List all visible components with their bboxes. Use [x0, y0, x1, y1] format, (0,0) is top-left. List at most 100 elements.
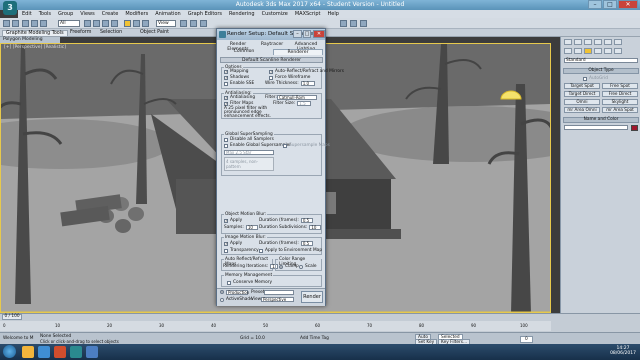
move-icon[interactable] [124, 20, 131, 27]
ie-icon[interactable] [38, 346, 50, 358]
close-icon[interactable]: ✕ [618, 0, 638, 9]
tab-raytracer[interactable]: Raytracer [257, 42, 287, 47]
dialog-close-icon[interactable]: ✕ [313, 30, 325, 38]
select-by-name-icon[interactable] [93, 20, 100, 27]
object-name-field[interactable] [564, 125, 628, 130]
render-button[interactable]: Render [301, 291, 323, 303]
production-dropdown[interactable]: Production [226, 290, 249, 295]
apply-env-map-checkbox[interactable] [259, 248, 263, 253]
light-type-dropdown[interactable]: Standard [564, 58, 638, 63]
menu-graph-editors[interactable]: Graph Editors [188, 11, 222, 17]
auto-reflect-checkbox[interactable]: ✓ [269, 69, 273, 74]
select-object-icon[interactable] [84, 20, 91, 27]
tab-selection[interactable]: Selection [100, 30, 122, 35]
sampler-dropdown[interactable]: Max 2.5 Star [224, 150, 274, 155]
object-blur-apply-checkbox[interactable]: ✓ [224, 218, 228, 223]
link-icon[interactable] [22, 20, 29, 27]
shadows-checkbox[interactable]: ✓ [224, 75, 228, 80]
tab-common[interactable]: Common [220, 49, 268, 54]
explorer-icon[interactable] [22, 346, 34, 358]
track-bar[interactable]: 0 10 20 30 40 50 60 70 80 90 100 [0, 321, 551, 331]
current-frame-field[interactable]: 0 [520, 336, 533, 343]
app-icon[interactable] [86, 346, 98, 358]
image-blur-duration-spinner[interactable]: 0.5 [300, 241, 313, 246]
scale-icon[interactable] [142, 20, 149, 27]
start-button-icon[interactable] [3, 345, 16, 358]
menu-animation[interactable]: Animation [155, 11, 181, 17]
menu-customize[interactable]: Customize [262, 11, 288, 17]
target-direct-button[interactable]: Target Direct [564, 91, 600, 97]
unlink-icon[interactable] [31, 20, 38, 27]
modify-tab-icon[interactable] [574, 39, 582, 45]
keyboard-shortcut-icon[interactable] [200, 20, 207, 27]
bind-space-warp-icon[interactable] [40, 20, 47, 27]
menu-create[interactable]: Create [102, 11, 119, 17]
menu-views[interactable]: Views [80, 11, 94, 17]
select-manipulate-icon[interactable] [190, 20, 197, 27]
shapes-icon[interactable] [574, 48, 582, 54]
motion-tab-icon[interactable] [594, 39, 602, 45]
utilities-tab-icon[interactable] [614, 39, 622, 45]
menu-rendering[interactable]: Rendering [229, 11, 255, 17]
antialiasing-checkbox[interactable]: ✓ [224, 95, 228, 100]
menu-group[interactable]: Group [58, 11, 73, 17]
filter-dropdown[interactable]: Catmull-Rom [277, 95, 317, 100]
viewport-label[interactable]: [+] [Perspective] [Realistic] [4, 45, 66, 50]
menu-maxscript[interactable]: MAXScript [295, 11, 321, 17]
object-blur-subdivisions-spinner[interactable]: 10 [309, 225, 322, 230]
menu-tools[interactable]: Tools [39, 11, 51, 17]
lights-icon[interactable] [584, 48, 592, 54]
tab-object-paint[interactable]: Object Paint [140, 30, 169, 35]
tab-freeform[interactable]: Freeform [70, 30, 91, 35]
redo-icon[interactable] [12, 20, 19, 27]
conserve-memory-checkbox[interactable] [227, 280, 231, 285]
minimize-icon[interactable]: – [588, 0, 602, 9]
time-slider[interactable]: 0 / 100 [2, 314, 22, 320]
render-production-icon[interactable] [360, 20, 367, 27]
create-tab-icon[interactable] [564, 39, 572, 45]
dialog-title-bar[interactable]: Render Setup: Default Scanline R... – □ … [217, 29, 325, 40]
hierarchy-tab-icon[interactable] [584, 39, 592, 45]
image-blur-transparency-checkbox[interactable] [224, 248, 228, 253]
system-clock[interactable]: 14:27 08/06/2017 [610, 346, 636, 356]
add-time-tag[interactable]: Add Time Tag [300, 336, 329, 341]
object-color-swatch[interactable] [631, 125, 638, 131]
filter-size-spinner[interactable]: 1.5 [297, 101, 312, 106]
free-spot-button[interactable]: Free Spot [602, 83, 638, 89]
media-icon[interactable] [54, 346, 66, 358]
object-blur-duration-spinner[interactable]: 0.5 [300, 218, 313, 223]
name-and-color-rollout[interactable]: Name and Color [563, 117, 639, 123]
dialog-minimize-icon[interactable]: – [293, 30, 302, 38]
window-crossing-icon[interactable] [111, 20, 118, 27]
image-blur-apply-checkbox[interactable]: ✓ [224, 241, 228, 246]
tab-renderer[interactable]: Renderer [273, 49, 323, 55]
object-blur-samples-spinner[interactable]: 10 [245, 225, 258, 230]
3dsmax-icon[interactable] [70, 346, 82, 358]
autogrid-checkbox[interactable] [583, 76, 587, 81]
geometry-icon[interactable] [564, 48, 572, 54]
rendered-frame-icon[interactable] [350, 20, 357, 27]
filter-maps-checkbox[interactable]: ✓ [224, 101, 228, 106]
rotate-icon[interactable] [133, 20, 140, 27]
maxscript-listener[interactable]: Welcome to M [3, 336, 33, 341]
object-type-rollout[interactable]: Object Type [563, 68, 639, 74]
mapping-checkbox[interactable]: ✓ [224, 69, 228, 74]
menu-modifiers[interactable]: Modifiers [125, 11, 148, 17]
menu-edit[interactable]: Edit [22, 11, 32, 17]
maximize-icon[interactable]: □ [603, 0, 617, 9]
render-setup-icon[interactable] [340, 20, 347, 27]
mr-area-omni-button[interactable]: mr Area Omni [564, 107, 600, 113]
menu-help[interactable]: Help [328, 11, 339, 17]
skylight-button[interactable]: Skylight [602, 99, 638, 105]
activeshade-radio[interactable] [220, 297, 224, 302]
disable-samplers-checkbox[interactable] [224, 137, 228, 142]
dialog-maximize-icon[interactable]: □ [303, 30, 311, 38]
rectangle-selection-icon[interactable] [102, 20, 109, 27]
wire-thickness-spinner[interactable]: 1.0 [300, 81, 315, 86]
mr-area-spot-button[interactable]: mr Area Spot [602, 107, 638, 113]
reference-coordinate-dropdown[interactable]: View [156, 20, 176, 27]
free-direct-button[interactable]: Free Direct [602, 91, 638, 97]
display-tab-icon[interactable] [604, 39, 612, 45]
tab-graphite-modeling[interactable]: Graphite Modeling Tools [2, 30, 68, 36]
cameras-icon[interactable] [594, 48, 602, 54]
